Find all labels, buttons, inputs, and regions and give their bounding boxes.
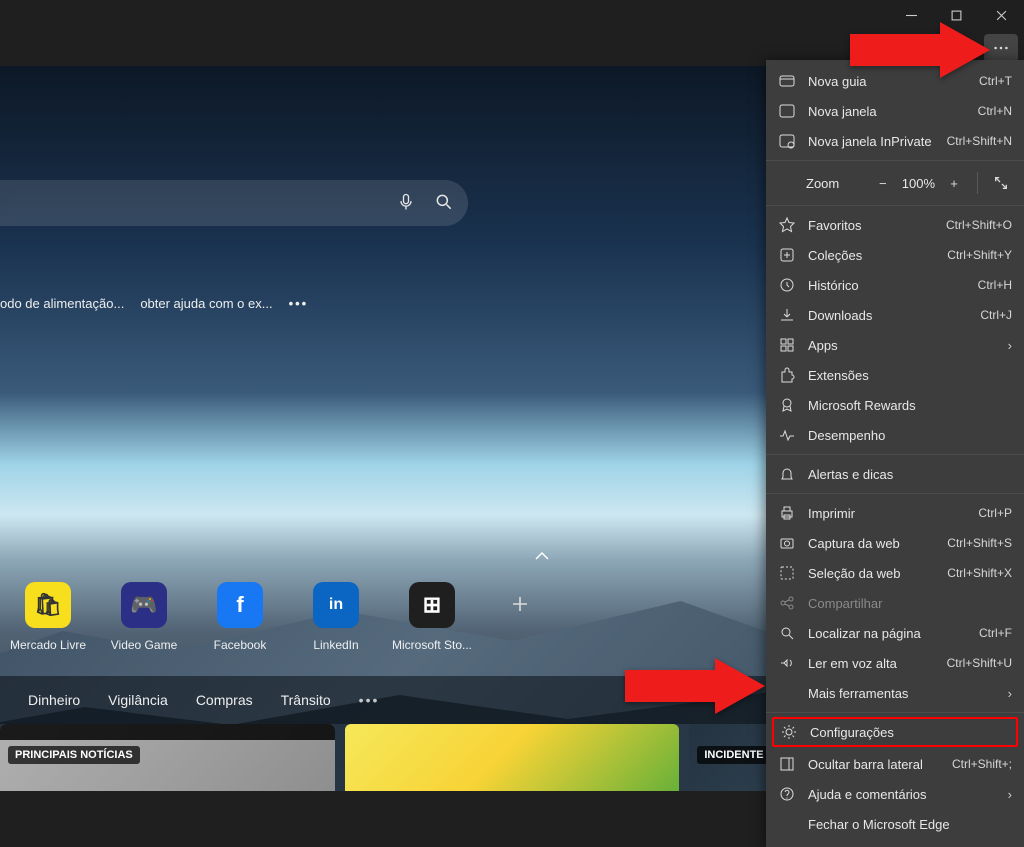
rewards-icon (778, 396, 796, 414)
nav-more[interactable]: ••• (359, 692, 380, 708)
mic-icon[interactable] (396, 192, 416, 215)
tile-label: LinkedIn (313, 638, 358, 652)
quick-link[interactable]: obter ajuda com o ex... (140, 296, 272, 311)
capture-icon (778, 534, 796, 552)
collapse-icon[interactable] (534, 549, 550, 564)
menu-history[interactable]: Histórico Ctrl+H (766, 270, 1024, 300)
chevron-right-icon: › (1008, 787, 1012, 802)
nav-item-dinheiro[interactable]: Dinheiro (28, 692, 80, 708)
menu-extensions[interactable]: Extensões (766, 360, 1024, 390)
menu-alerts[interactable]: Alertas e dicas (766, 459, 1024, 489)
menu-new-window[interactable]: Nova janela Ctrl+N (766, 96, 1024, 126)
news-card[interactable]: PRINCIPAIS NOTÍCIAS Irmã do governador d… (0, 724, 335, 791)
zoom-value: 100% (902, 176, 935, 191)
help-icon (778, 785, 796, 803)
menu-web-capture[interactable]: Captura da web Ctrl+Shift+S (766, 528, 1024, 558)
quick-links-row: odo de alimentação... obter ajuda com o … (0, 296, 308, 311)
extension-icon (778, 366, 796, 384)
sidebar-icon (778, 755, 796, 773)
search-icon[interactable] (434, 192, 454, 215)
nav-item-vigilancia[interactable]: Vigilância (108, 692, 168, 708)
nav-item-compras[interactable]: Compras (196, 692, 253, 708)
history-icon (778, 276, 796, 294)
quick-link[interactable]: odo de alimentação... (0, 296, 124, 311)
add-tile-button[interactable] (510, 594, 530, 614)
menu-share: Compartilhar (766, 588, 1024, 618)
chevron-right-icon: › (1008, 686, 1012, 701)
tile-icon: 🛍 (25, 582, 71, 628)
tile-mercado-livre[interactable]: 🛍 Mercado Livre (0, 582, 96, 652)
menu-help[interactable]: Ajuda e comentários › (766, 779, 1024, 809)
zoom-label: Zoom (776, 176, 839, 191)
menu-settings[interactable]: Configurações (772, 717, 1018, 747)
find-icon (778, 624, 796, 642)
menu-zoom-row: Zoom − 100% + (766, 165, 1024, 201)
annotation-arrow-top (850, 22, 990, 81)
menu-read-aloud[interactable]: Ler em voz alta Ctrl+Shift+U (766, 648, 1024, 678)
menu-find[interactable]: Localizar na página Ctrl+F (766, 618, 1024, 648)
tile-label: Mercado Livre (10, 638, 86, 652)
zoom-out-button[interactable]: − (870, 170, 896, 196)
menu-apps[interactable]: Apps › (766, 330, 1024, 360)
menu-rewards[interactable]: Microsoft Rewards (766, 390, 1024, 420)
tile-label: Facebook (214, 638, 267, 652)
menu-downloads[interactable]: Downloads Ctrl+J (766, 300, 1024, 330)
menu-print[interactable]: Imprimir Ctrl+P (766, 498, 1024, 528)
apps-icon (778, 336, 796, 354)
fullscreen-button[interactable] (988, 170, 1014, 196)
menu-collections[interactable]: Coleções Ctrl+Shift+Y (766, 240, 1024, 270)
menu-more-tools[interactable]: Mais ferramentas › (766, 678, 1024, 708)
menu-performance[interactable]: Desempenho (766, 420, 1024, 450)
bell-icon (778, 465, 796, 483)
chevron-right-icon: › (1008, 338, 1012, 353)
menu-favorites[interactable]: Favoritos Ctrl+Shift+O (766, 210, 1024, 240)
collections-icon (778, 246, 796, 264)
news-card[interactable] (345, 724, 680, 791)
gear-icon (780, 723, 798, 741)
star-icon (778, 216, 796, 234)
menu-inprivate[interactable]: Nova janela InPrivate Ctrl+Shift+N (766, 126, 1024, 156)
performance-icon (778, 426, 796, 444)
tile-label: Video Game (111, 638, 178, 652)
tile-icon: f (217, 582, 263, 628)
share-icon (778, 594, 796, 612)
tile-icon: in (313, 582, 359, 628)
print-icon (778, 504, 796, 522)
tile-facebook[interactable]: f Facebook (192, 582, 288, 652)
zoom-in-button[interactable]: + (941, 170, 967, 196)
window-icon (778, 102, 796, 120)
tile-linkedin[interactable]: in LinkedIn (288, 582, 384, 652)
tab-icon (778, 72, 796, 90)
tile-video-game[interactable]: 🎮 Video Game (96, 582, 192, 652)
annotation-arrow-settings (625, 658, 765, 717)
tile-microsoft-store[interactable]: ⊞ Microsoft Sto... (384, 582, 480, 652)
card-badge: PRINCIPAIS NOTÍCIAS (8, 746, 140, 764)
tile-icon: ⊞ (409, 582, 455, 628)
settings-menu: Nova guia Ctrl+T Nova janela Ctrl+N Nova… (766, 60, 1024, 847)
nav-item-transito[interactable]: Trânsito (281, 692, 331, 708)
select-icon (778, 564, 796, 582)
read-aloud-icon (778, 654, 796, 672)
tile-icon: 🎮 (121, 582, 167, 628)
tile-label: Microsoft Sto... (392, 638, 472, 652)
search-bar[interactable] (0, 180, 468, 226)
menu-hide-sidebar[interactable]: Ocultar barra lateral Ctrl+Shift+; (766, 749, 1024, 779)
shortcut-tiles: 🛍 Mercado Livre 🎮 Video Game f Facebook … (0, 582, 560, 652)
menu-close-edge[interactable]: Fechar o Microsoft Edge (766, 809, 1024, 839)
inprivate-icon (778, 132, 796, 150)
download-icon (778, 306, 796, 324)
quick-links-more[interactable]: ••• (289, 296, 309, 311)
menu-web-select[interactable]: Seleção da web Ctrl+Shift+X (766, 558, 1024, 588)
